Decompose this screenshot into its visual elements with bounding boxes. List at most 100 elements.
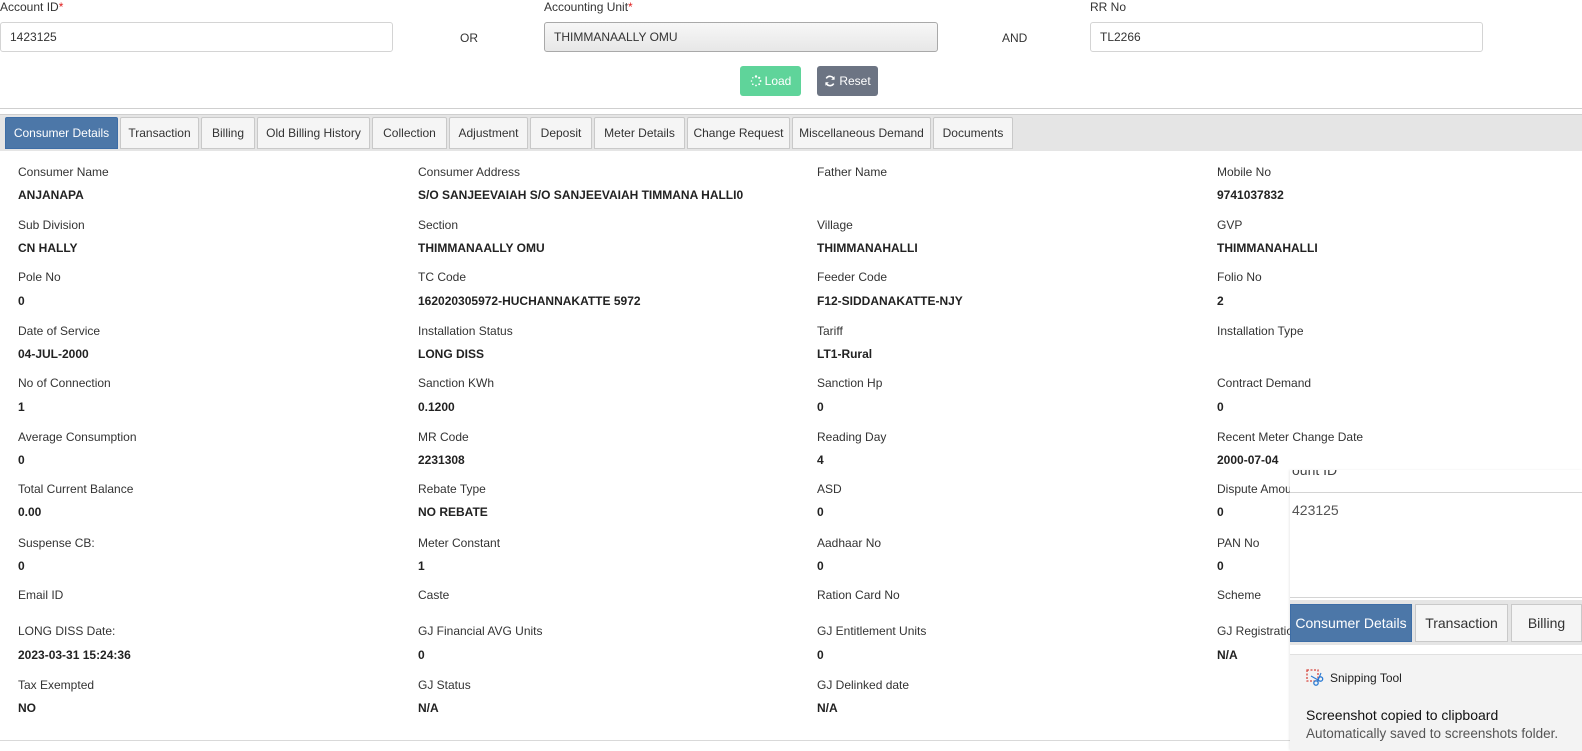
tab-miscellaneous-demand[interactable]: Miscellaneous Demand	[792, 117, 931, 149]
detail-value: 0.00	[18, 505, 42, 519]
tab-collection[interactable]: Collection	[372, 117, 447, 149]
detail-label: Section	[418, 218, 459, 232]
detail-value: 0	[1217, 559, 1224, 573]
detail-label: Village	[817, 218, 853, 232]
detail-value: 2023-03-31 15:24:36	[18, 648, 131, 662]
tab-billing[interactable]: Billing	[201, 117, 255, 149]
detail-label: Caste	[418, 588, 450, 602]
detail-label: GJ Financial AVG Units	[418, 624, 543, 638]
detail-value: 2000-07-04	[1217, 453, 1279, 467]
and-label: AND	[1002, 31, 1028, 45]
detail-value: S/O SANJEEVAIAH S/O SANJEEVAIAH TIMMANA …	[418, 188, 744, 202]
detail-label: Feeder Code	[817, 270, 888, 284]
detail-label: Tariff	[817, 324, 843, 338]
detail-label: Email ID	[18, 588, 64, 602]
tab-bar: Consumer Details Transaction Billing Old…	[0, 114, 1582, 151]
detail-label: MR Code	[418, 430, 469, 444]
detail-label: GJ Delinked date	[817, 678, 910, 692]
detail-value: THIMMANAHALLI	[817, 241, 918, 255]
tab-transaction[interactable]: Transaction	[120, 117, 199, 149]
refresh-icon	[825, 75, 836, 87]
load-button[interactable]: Load	[740, 66, 801, 96]
detail-value: CN HALLY	[18, 241, 78, 255]
detail-label: Ration Card No	[817, 588, 900, 602]
tab-documents[interactable]: Documents	[933, 117, 1013, 149]
detail-value: N/A	[1217, 648, 1238, 662]
detail-label: Contract Demand	[1217, 376, 1312, 390]
detail-value: 2231308	[418, 453, 465, 467]
detail-value: 0	[817, 559, 824, 573]
tab-meter-details[interactable]: Meter Details	[594, 117, 685, 149]
tab-change-request[interactable]: Change Request	[687, 117, 790, 149]
snipping-tool-icon	[1306, 669, 1324, 686]
detail-label: Dispute Amour	[1217, 482, 1296, 496]
account-id-input[interactable]	[0, 22, 393, 52]
detail-label: Father Name	[817, 165, 888, 179]
account-id-label: Account ID*	[0, 0, 64, 14]
detail-label: Installation Type	[1217, 324, 1304, 338]
tab-consumer-details[interactable]: Consumer Details	[5, 117, 118, 149]
detail-value: LONG DISS	[418, 347, 485, 361]
detail-value: 0	[418, 648, 425, 662]
load-button-label: Load	[764, 74, 792, 88]
detail-label: Suspense CB:	[18, 536, 95, 550]
detail-value: 1	[418, 559, 425, 573]
detail-label: Sanction KWh	[418, 376, 495, 390]
notification-title: Screenshot copied to clipboard	[1306, 707, 1499, 723]
detail-label: Date of Service	[18, 324, 101, 338]
detail-label: GJ Entitlement Units	[817, 624, 927, 638]
detail-value: 0	[817, 505, 824, 519]
detail-value: 0	[1217, 400, 1224, 414]
detail-value: LT1-Rural	[817, 347, 873, 361]
detail-value: 2	[1217, 294, 1224, 308]
detail-value: 0	[1217, 505, 1224, 519]
detail-label: GVP	[1217, 218, 1243, 232]
detail-label: Folio No	[1217, 270, 1262, 284]
detail-value: 0	[817, 648, 824, 662]
detail-value: 162020305972-HUCHANNAKATTE 5972	[418, 294, 641, 308]
snip-preview-tab: Consumer Details	[1290, 604, 1412, 642]
detail-value: 0	[817, 400, 824, 414]
detail-label: Pole No	[18, 270, 61, 284]
tab-old-billing-history[interactable]: Old Billing History	[257, 117, 370, 149]
notification-subtitle: Automatically saved to screenshots folde…	[1306, 726, 1559, 741]
detail-label: Average Consumption	[18, 430, 137, 444]
detail-label: Consumer Address	[418, 165, 521, 179]
detail-label: TC Code	[418, 270, 467, 284]
detail-label: Recent Meter Change Date	[1217, 430, 1364, 444]
snip-preview-label: ount ID	[1292, 470, 1338, 478]
notification-app-name: Snipping Tool	[1330, 671, 1402, 685]
detail-label: ASD	[817, 482, 842, 496]
detail-value: THIMMANAALLY OMU	[418, 241, 545, 255]
divider	[0, 108, 1582, 109]
detail-label: Reading Day	[817, 430, 887, 444]
detail-label: Meter Constant	[418, 536, 501, 550]
detail-value: 9741037832	[1217, 188, 1284, 202]
accounting-unit-select[interactable]	[544, 22, 938, 52]
detail-label: LONG DISS Date:	[18, 624, 116, 638]
detail-label: GJ Status	[418, 678, 471, 692]
snip-preview-tabbar: Consumer Details Transaction Billing	[1290, 600, 1582, 645]
detail-value: 0	[18, 294, 25, 308]
spinner-icon	[750, 75, 762, 87]
detail-label: Sub Division	[18, 218, 85, 232]
detail-value: THIMMANAHALLI	[1217, 241, 1318, 255]
detail-value: N/A	[418, 701, 439, 715]
detail-label: GJ Registration	[1217, 624, 1300, 638]
or-label: OR	[460, 31, 478, 45]
detail-value: F12-SIDDANAKATTE-NJY	[817, 294, 963, 308]
tab-adjustment[interactable]: Adjustment	[449, 117, 528, 149]
detail-value: N/A	[817, 701, 838, 715]
rr-no-input[interactable]	[1090, 22, 1483, 52]
detail-label: Installation Status	[418, 324, 513, 338]
reset-button[interactable]: Reset	[817, 66, 878, 96]
detail-value: 0	[18, 559, 25, 573]
detail-value: NO REBATE	[418, 505, 488, 519]
detail-label: Scheme	[1217, 588, 1262, 602]
snipping-tool-notification[interactable]: Snipping Tool Screenshot copied to clipb…	[1290, 654, 1582, 751]
detail-label: Aadhaar No	[817, 536, 882, 550]
detail-value: ANJANAPA	[18, 188, 84, 202]
tab-deposit[interactable]: Deposit	[530, 117, 592, 149]
detail-label: PAN No	[1217, 536, 1260, 550]
detail-label: Tax Exempted	[18, 678, 95, 692]
